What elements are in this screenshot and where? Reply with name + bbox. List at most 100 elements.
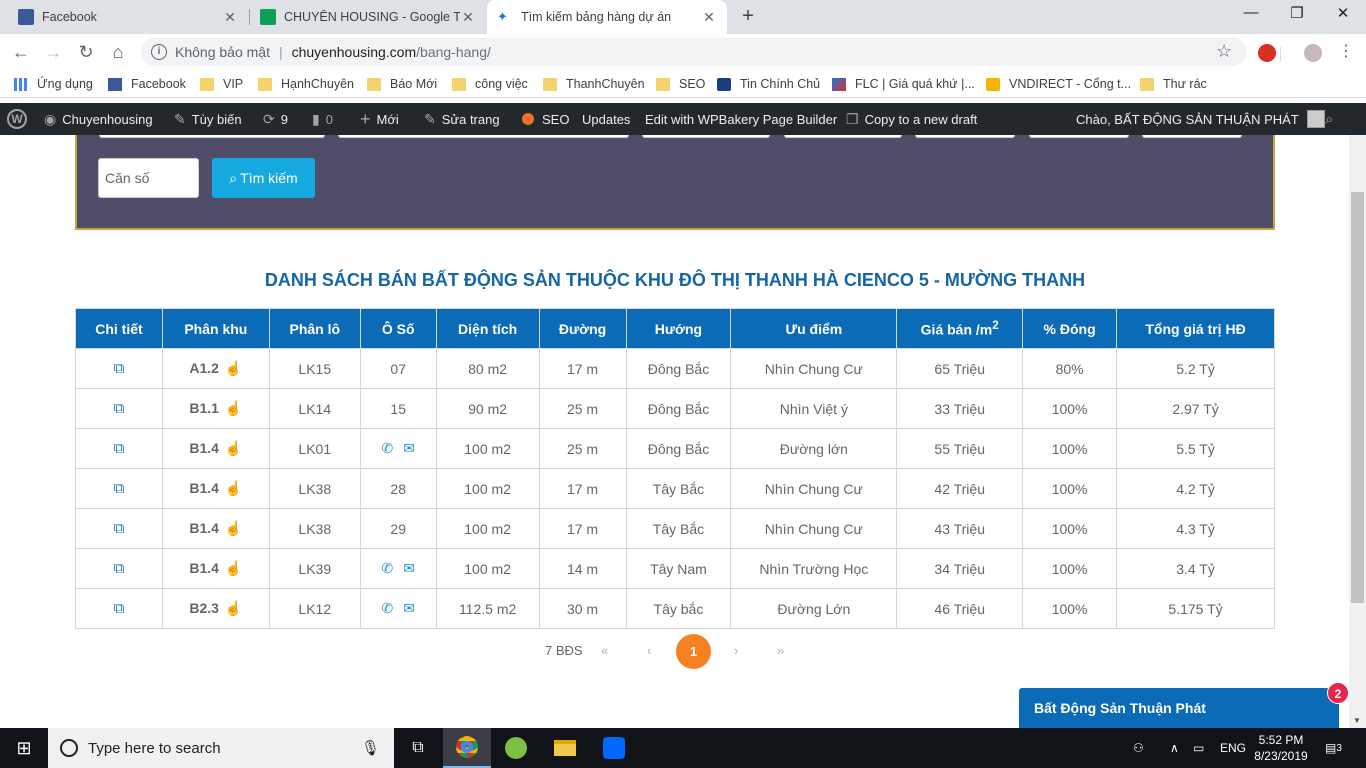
- external-link-icon[interactable]: ⧉: [114, 400, 125, 417]
- scrollbar-thumb[interactable]: [1351, 192, 1364, 603]
- taskbar-search[interactable]: Type here to search 🎙: [48, 728, 394, 768]
- bookmark-hanhchuyen[interactable]: HạnhChuyên: [258, 76, 354, 92]
- wordpress-logo-icon[interactable]: W: [7, 103, 27, 135]
- phone-icon[interactable]: ✆: [381, 600, 393, 616]
- zone-label[interactable]: A1.2: [189, 360, 219, 376]
- filter-select-partial[interactable]: [1029, 135, 1129, 138]
- zone-label[interactable]: B1.4: [189, 440, 219, 456]
- admin-updates-menu[interactable]: Updates: [582, 103, 630, 135]
- bookmark-vip[interactable]: VIP: [200, 76, 243, 92]
- envelope-icon[interactable]: ✉: [403, 560, 415, 576]
- close-tab-icon[interactable]: ✕: [701, 9, 717, 26]
- filter-select-partial[interactable]: [915, 135, 1015, 138]
- zone-cell[interactable]: B1.4 ☝: [161, 468, 270, 509]
- close-window-icon[interactable]: ✕: [1333, 4, 1353, 22]
- admin-search-icon[interactable]: ⌕: [1325, 103, 1333, 135]
- external-link-icon[interactable]: ⧉: [114, 440, 125, 457]
- last-page-button[interactable]: »: [777, 643, 784, 658]
- admin-comments-link[interactable]: ▮ 0: [312, 103, 333, 135]
- action-center-icon[interactable]: ▤ 3: [1325, 728, 1342, 768]
- extension-yab-icon[interactable]: [1258, 44, 1276, 62]
- windows-start-icon[interactable]: ⊞: [0, 728, 48, 768]
- page-scrollbar[interactable]: ▼: [1349, 135, 1366, 728]
- bookmark-apps[interactable]: Ứng dụng: [14, 76, 93, 92]
- external-link-icon[interactable]: ⧉: [114, 520, 125, 537]
- minimize-icon[interactable]: —: [1241, 4, 1261, 21]
- admin-updates-link[interactable]: ⟳ 9: [263, 103, 288, 135]
- people-icon[interactable]: ⚇: [1133, 728, 1144, 768]
- bookmark-star-icon[interactable]: ☆: [1216, 41, 1232, 62]
- home-icon[interactable]: ⌂: [107, 41, 129, 63]
- filter-select-partial[interactable]: [99, 135, 325, 138]
- zone-label[interactable]: B1.4: [189, 520, 219, 536]
- back-arrow-icon[interactable]: ←: [10, 41, 32, 63]
- zone-label[interactable]: B2.3: [189, 600, 219, 616]
- zone-cell[interactable]: B1.4 ☝: [161, 428, 270, 469]
- forward-arrow-icon[interactable]: →: [42, 41, 64, 63]
- bookmark-seo[interactable]: SEO: [656, 76, 705, 92]
- scroll-down-icon[interactable]: ▼: [1353, 716, 1361, 725]
- lang-indicator[interactable]: ENG: [1220, 728, 1246, 768]
- microphone-icon[interactable]: 🎙: [361, 739, 380, 757]
- profile-avatar[interactable]: [1304, 44, 1322, 62]
- zone-label[interactable]: B1.4: [189, 480, 219, 496]
- clock[interactable]: 5:52 PM 8/23/2019: [1248, 732, 1314, 764]
- bookmark-flc[interactable]: FLC | Giá quá khứ |...: [832, 76, 975, 92]
- phone-icon[interactable]: ✆: [381, 440, 393, 456]
- admin-wpbakery-link[interactable]: Edit with WPBakery Page Builder: [645, 103, 837, 135]
- chrome-taskbar-icon[interactable]: [443, 728, 491, 768]
- zone-cell[interactable]: B2.3 ☝: [161, 588, 270, 629]
- external-link-icon[interactable]: ⧉: [114, 600, 125, 617]
- zalo-taskbar-icon[interactable]: [590, 728, 638, 768]
- admin-edit-page-link[interactable]: ✎ Sửa trang: [424, 103, 500, 135]
- zone-cell[interactable]: A1.2 ☝: [161, 348, 270, 389]
- bookmark-thanhchuyen[interactable]: ThanhChuyên: [543, 76, 645, 92]
- app-green-taskbar-icon[interactable]: [492, 728, 540, 768]
- bookmark-tinchinhchu[interactable]: Tin Chính Chủ: [717, 76, 820, 92]
- search-button[interactable]: ⌕ Tìm kiếm: [212, 158, 315, 198]
- restore-icon[interactable]: ❐: [1287, 4, 1307, 22]
- zone-cell[interactable]: B1.4 ☝: [161, 548, 270, 589]
- envelope-icon[interactable]: ✉: [403, 600, 415, 616]
- bookmark-vndirect[interactable]: VNDIRECT - Cổng t...: [986, 76, 1131, 92]
- zone-cell[interactable]: B1.4 ☝: [161, 508, 270, 549]
- bookmark-congviec[interactable]: công việc: [452, 76, 528, 92]
- admin-copy-draft-link[interactable]: ❐ Copy to a new draft: [846, 103, 977, 135]
- close-tab-icon[interactable]: ✕: [222, 9, 238, 26]
- next-page-button[interactable]: ›: [734, 643, 738, 658]
- admin-account-menu[interactable]: Chào, BẤT ĐỘNG SẢN THUẬN PHÁT: [1076, 103, 1325, 135]
- reload-icon[interactable]: ↻: [75, 41, 97, 63]
- new-tab-button[interactable]: +: [737, 5, 759, 28]
- file-explorer-icon[interactable]: [541, 728, 589, 768]
- phone-icon[interactable]: ✆: [381, 560, 393, 576]
- filter-select-partial[interactable]: [642, 135, 770, 138]
- task-view-icon[interactable]: ⧉: [394, 728, 442, 768]
- filter-select-partial[interactable]: [338, 135, 629, 138]
- zone-cell[interactable]: B1.1 ☝: [161, 388, 270, 429]
- first-page-button[interactable]: «: [601, 643, 608, 658]
- admin-seo-link[interactable]: SEO: [522, 103, 569, 135]
- filter-select-partial[interactable]: [1142, 135, 1242, 138]
- unit-number-input[interactable]: Căn số: [98, 158, 199, 198]
- zone-label[interactable]: B1.1: [189, 400, 219, 416]
- current-page-button[interactable]: 1: [676, 634, 711, 669]
- chat-widget[interactable]: Bất Động Sản Thuận Phát: [1019, 688, 1339, 728]
- admin-site-link[interactable]: ◉ Chuyenhousing: [44, 103, 153, 135]
- close-tab-icon[interactable]: ✕: [460, 9, 476, 26]
- bookmark-thurac[interactable]: Thư rác: [1140, 76, 1207, 92]
- tab-google-sheets[interactable]: CHUYÊN HOUSING - Google Trang tính ✕: [250, 0, 486, 34]
- filter-select-partial[interactable]: [784, 135, 902, 138]
- external-link-icon[interactable]: ⧉: [114, 480, 125, 497]
- network-icon[interactable]: ▭: [1193, 728, 1204, 768]
- info-icon[interactable]: i: [151, 44, 167, 60]
- tab-facebook[interactable]: Facebook ✕: [8, 0, 248, 34]
- external-link-icon[interactable]: ⧉: [114, 360, 125, 377]
- tab-active-search[interactable]: ✦ Tìm kiếm bảng hàng dự án ✕: [487, 0, 727, 34]
- admin-new-link[interactable]: + Mới: [360, 103, 399, 135]
- bookmark-baomoi[interactable]: Báo Mới: [367, 76, 437, 92]
- address-bar[interactable]: i Không bảo mật | chuyenhousing.com /ban…: [141, 38, 1247, 66]
- menu-kebab-icon[interactable]: ⋮: [1335, 41, 1357, 63]
- bookmark-facebook[interactable]: Facebook: [108, 76, 186, 92]
- prev-page-button[interactable]: ‹: [647, 643, 651, 658]
- zone-label[interactable]: B1.4: [189, 560, 219, 576]
